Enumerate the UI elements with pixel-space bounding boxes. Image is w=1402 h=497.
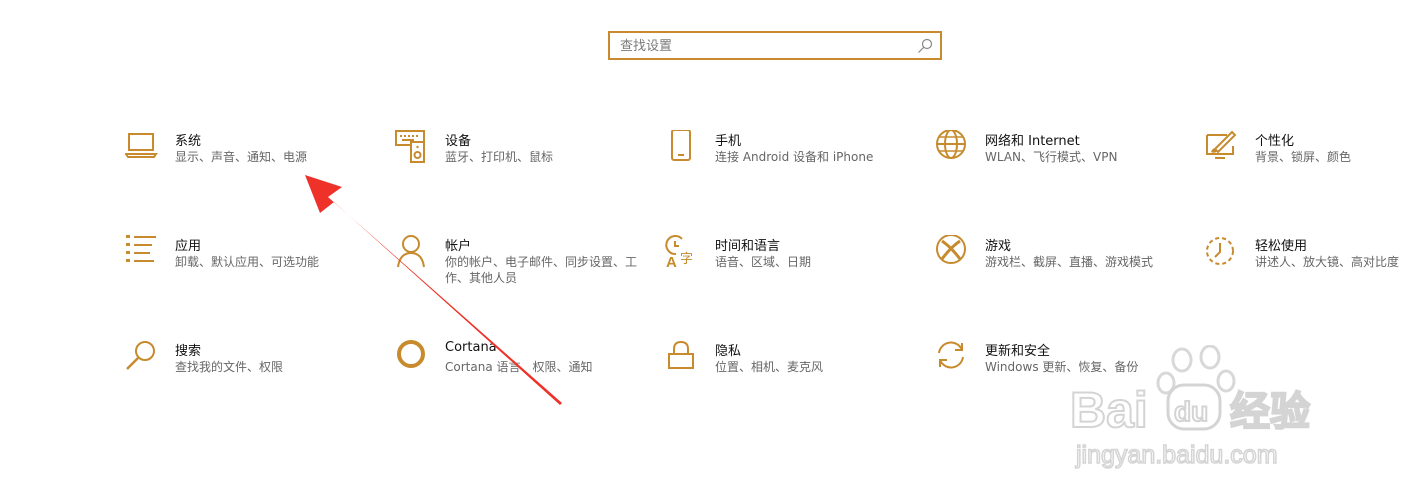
tile-title: 搜索	[175, 344, 202, 359]
list-icon	[126, 235, 156, 262]
search-box[interactable]	[608, 31, 942, 60]
watermark-cn: 经验	[1230, 389, 1310, 435]
tile-desc: 蓝牙、打印机、鼠标	[445, 150, 554, 164]
tile-title: 游戏	[985, 239, 1012, 254]
tile-devices[interactable]: 设备 蓝牙、打印机、鼠标	[395, 130, 645, 200]
time-language-icon: A 字	[665, 235, 693, 269]
tile-desc: WLAN、飞行模式、VPN	[985, 150, 1118, 164]
tile-desc: 语音、区域、日期	[715, 255, 812, 269]
tile-desc: 卸载、默认应用、可选功能	[175, 255, 320, 269]
tile-desc: 查找我的文件、权限	[175, 360, 284, 374]
tile-system[interactable]: 系统 显示、声音、通知、电源	[125, 130, 375, 200]
cortana-icon	[397, 340, 425, 368]
tile-desc: 你的帐户、电子邮件、同步设置、工作、其他人员	[445, 255, 638, 285]
tile-privacy[interactable]: 隐私 位置、相机、麦克风	[665, 340, 915, 410]
tile-title: 时间和语言	[715, 239, 781, 254]
search-input[interactable]	[620, 36, 910, 56]
keyboard-speaker-icon	[395, 130, 425, 163]
tile-title: 个性化	[1255, 134, 1295, 149]
tile-title: 应用	[175, 239, 202, 254]
tile-cortana[interactable]: Cortana Cortana 语言、权限、通知	[395, 340, 645, 410]
tile-title: 帐户	[445, 239, 472, 254]
person-icon	[397, 235, 425, 268]
tile-phone[interactable]: 手机 连接 Android 设备和 iPhone	[665, 130, 915, 200]
tile-desc: Cortana 语言、权限、通知	[445, 360, 593, 374]
tile-accounts[interactable]: 帐户 你的帐户、电子邮件、同步设置、工作、其他人员	[395, 235, 645, 305]
search-icon	[126, 341, 155, 370]
ease-of-access-icon	[1206, 237, 1234, 265]
refresh-icon	[938, 341, 964, 369]
tile-title: 手机	[715, 134, 742, 149]
tile-ease-of-access[interactable]: 轻松使用 讲述人、放大镜、高对比度	[1205, 235, 1402, 305]
tile-title: 系统	[175, 134, 202, 149]
tile-network[interactable]: 网络和 Internet WLAN、飞行模式、VPN	[935, 130, 1185, 200]
tile-desc: 连接 Android 设备和 iPhone	[715, 150, 874, 164]
tile-desc: 位置、相机、麦克风	[715, 360, 824, 374]
tile-gaming[interactable]: 游戏 游戏栏、截屏、直播、游戏模式	[935, 235, 1185, 305]
tile-desc: 显示、声音、通知、电源	[175, 150, 308, 164]
tile-time-language[interactable]: A 字 时间和语言 语音、区域、日期	[665, 235, 915, 305]
svg-text:A: A	[666, 254, 677, 269]
xbox-icon	[936, 235, 966, 264]
tile-title: 隐私	[715, 344, 742, 359]
lock-icon	[668, 340, 694, 369]
tile-desc: 背景、锁屏、颜色	[1255, 150, 1352, 164]
tile-desc: 游戏栏、截屏、直播、游戏模式	[985, 255, 1154, 269]
search-icon[interactable]	[917, 38, 933, 54]
watermark-brand: Bai	[1070, 382, 1148, 438]
baidu-paw-logo: Bai du 经验 jingyan.baidu.com	[1069, 344, 1311, 470]
tile-title: 网络和 Internet	[985, 134, 1080, 149]
phone-icon	[671, 130, 691, 161]
tile-title: 设备	[445, 134, 472, 149]
tile-personalization[interactable]: 个性化 背景、锁屏、颜色	[1205, 130, 1402, 200]
svg-text:字: 字	[680, 252, 693, 267]
tile-title: Cortana	[445, 340, 497, 355]
tile-desc: 讲述人、放大镜、高对比度	[1255, 255, 1400, 269]
tile-title: 轻松使用	[1255, 239, 1308, 254]
globe-icon	[936, 130, 966, 159]
watermark-url: jingyan.baidu.com	[1075, 441, 1278, 469]
tile-title: 更新和安全	[985, 344, 1051, 359]
laptop-icon	[125, 133, 158, 158]
watermark-brand2: du	[1174, 396, 1208, 427]
paint-icon	[1206, 130, 1237, 159]
baidu-watermark: Bai du 经验 jingyan.baidu.com	[1069, 344, 1340, 470]
tile-apps[interactable]: 应用 卸载、默认应用、可选功能	[125, 235, 375, 305]
tile-search[interactable]: 搜索 查找我的文件、权限	[125, 340, 375, 410]
